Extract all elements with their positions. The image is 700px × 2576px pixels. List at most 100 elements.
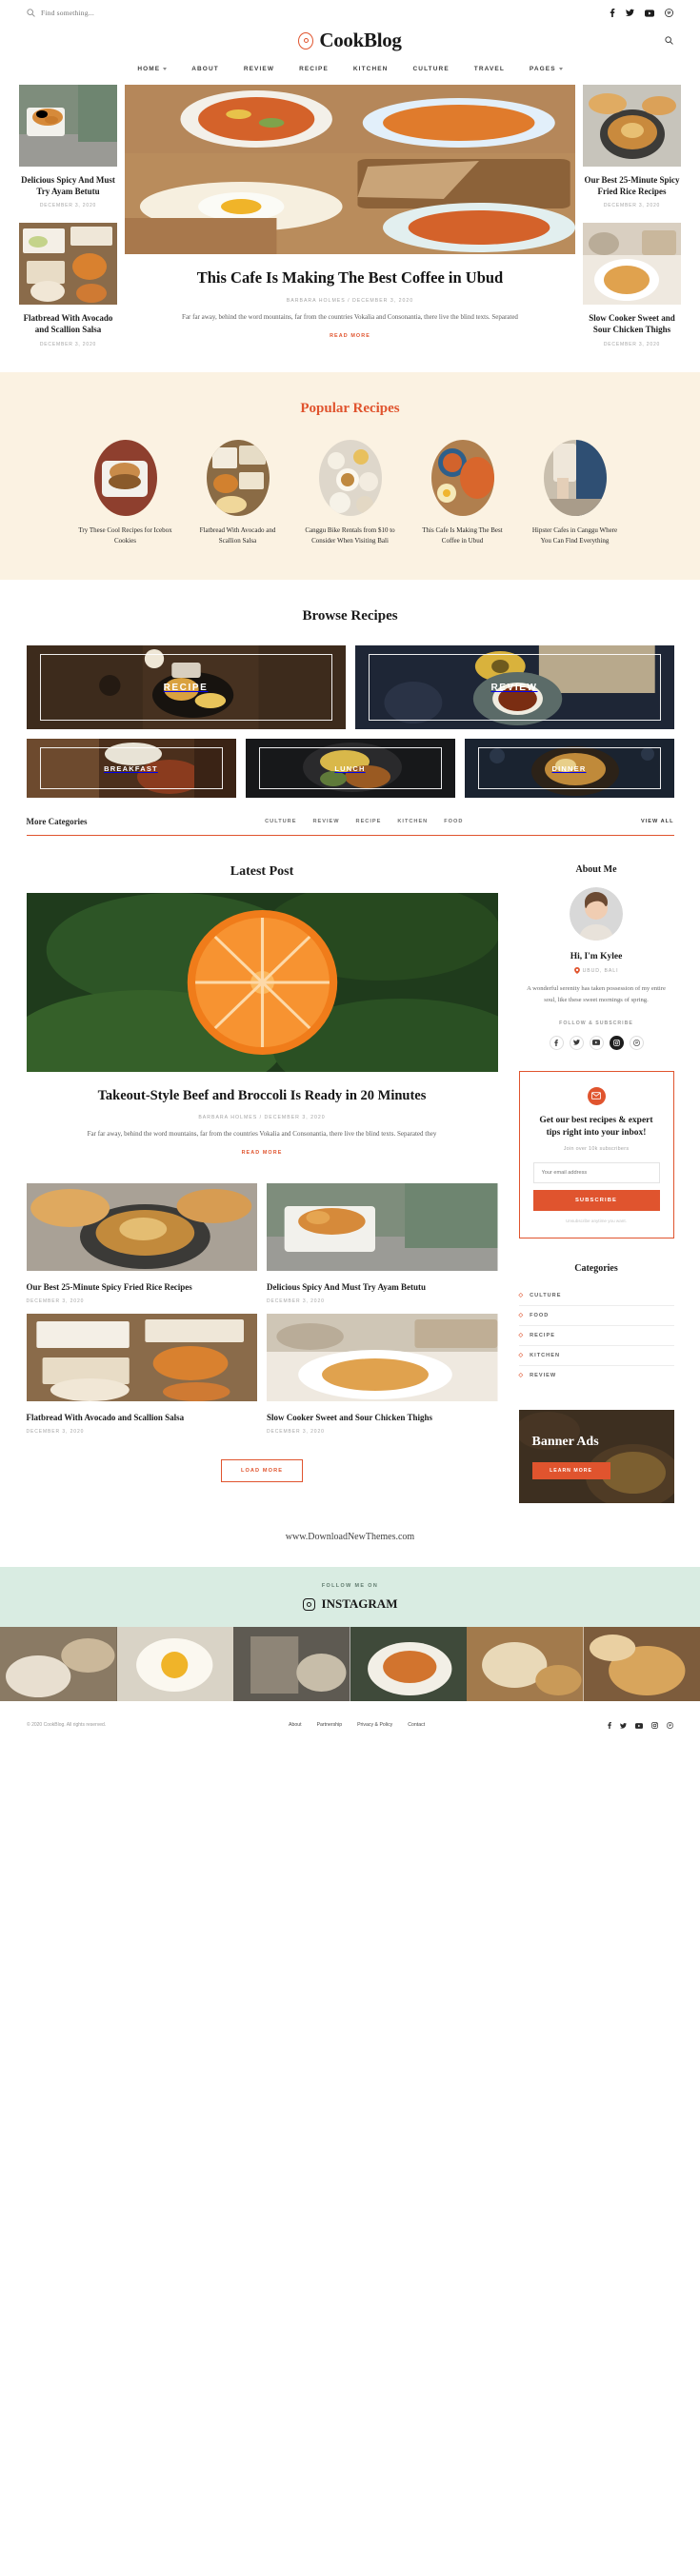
more-category-review[interactable]: REVIEW — [312, 819, 339, 824]
read-more-link[interactable]: READ MORE — [330, 333, 370, 339]
pinterest-icon[interactable] — [629, 1035, 644, 1050]
footer-link-contact[interactable]: Contact — [408, 1722, 425, 1728]
hero-feature[interactable]: This Cafe Is Making The Best Coffee in U… — [125, 85, 575, 347]
category-tile-review[interactable]: REVIEW — [354, 645, 674, 730]
newsletter-email-input[interactable] — [532, 1162, 660, 1184]
nav-item-recipe[interactable]: RECIPE — [299, 66, 329, 72]
youtube-icon[interactable] — [635, 1716, 643, 1734]
footer-link-about[interactable]: About — [289, 1722, 302, 1728]
banner-learn-more-button[interactable]: LEARN MORE — [531, 1461, 610, 1479]
hero-card[interactable]: Delicious Spicy And Must Try Ayam Betutu… — [19, 85, 117, 208]
about-location: UBUD, BALI — [519, 967, 674, 975]
popular-recipe-title: Try These Cool Recipes for Icebox Cookie… — [78, 525, 172, 545]
instagram-icon[interactable] — [651, 1716, 658, 1734]
post-card[interactable]: Our Best 25-Minute Spicy Fried Rice Reci… — [26, 1183, 257, 1304]
instagram-image — [116, 1627, 233, 1702]
newsletter-widget: Get our best recipes & expert tips right… — [518, 1070, 674, 1239]
hero-card[interactable]: Slow Cooker Sweet and Sour Chicken Thigh… — [583, 223, 681, 347]
pinterest-icon[interactable] — [667, 1716, 673, 1734]
nav-label: KITCHEN — [352, 66, 389, 72]
promo-strip: www.DownloadNewThemes.com — [0, 1503, 700, 1567]
category-tile-breakfast[interactable]: BREAKFAST — [26, 739, 236, 799]
hero-card-title: Our Best 25-Minute Spicy Fried Rice Reci… — [584, 175, 680, 196]
youtube-icon[interactable] — [589, 1035, 604, 1050]
nav-item-travel[interactable]: TRAVEL — [474, 66, 505, 72]
read-more-link[interactable]: READ MORE — [242, 1150, 283, 1156]
popular-recipe-item[interactable]: Try These Cool Recipes for Icebox Cookie… — [78, 439, 173, 546]
youtube-icon[interactable] — [645, 9, 654, 17]
load-more-wrap: LOAD MORE — [27, 1459, 498, 1483]
category-tile-recipe[interactable]: RECIPE — [26, 645, 346, 730]
twitter-icon[interactable] — [626, 9, 634, 17]
nav-item-review[interactable]: REVIEW — [244, 66, 274, 72]
category-list-item[interactable]: ◇ FOOD — [518, 1306, 674, 1327]
footer-link-partnership[interactable]: Partnership — [317, 1722, 343, 1728]
nav-item-kitchen[interactable]: KITCHEN — [353, 66, 389, 72]
instagram-image — [0, 1627, 117, 1702]
banner-title: Banner Ads — [531, 1435, 599, 1450]
search-icon — [665, 36, 673, 45]
category-list-item[interactable]: ◇ REVIEW — [519, 1366, 674, 1385]
nav-item-home[interactable]: HOME — [137, 66, 168, 72]
popular-recipe-item[interactable]: Flatbread With Avocado and Scallion Sals… — [190, 439, 286, 546]
category-tile-lunch[interactable]: LUNCH — [245, 739, 455, 799]
hero-feature-excerpt: Far far away, behind the word mountains,… — [182, 313, 518, 322]
hero-card[interactable]: Our Best 25-Minute Spicy Fried Rice Reci… — [583, 85, 681, 208]
hero-card[interactable]: Flatbread With Avocado and Scallion Sals… — [19, 223, 117, 347]
view-all-link[interactable]: VIEW ALL — [641, 819, 674, 824]
facebook-icon[interactable] — [610, 9, 615, 17]
more-category-kitchen[interactable]: KITCHEN — [397, 819, 428, 824]
pinterest-icon[interactable] — [665, 9, 673, 17]
nav-label: RECIPE — [299, 66, 329, 72]
banner-ads-widget[interactable]: Banner Ads LEARN MORE — [518, 1410, 674, 1504]
nav-item-about[interactable]: ABOUT — [191, 66, 219, 72]
top-search[interactable] — [27, 9, 155, 17]
instagram-strip — [0, 1627, 700, 1702]
more-category-culture[interactable]: CULTURE — [265, 819, 296, 824]
subscribe-button[interactable]: SUBSCRIBE — [532, 1190, 660, 1212]
latest-feature-post[interactable]: Takeout-Style Beef and Broccoli Is Ready… — [26, 893, 498, 1159]
more-category-recipe[interactable]: RECIPE — [356, 819, 382, 824]
category-list-item[interactable]: ◇ RECIPE — [518, 1326, 674, 1347]
instagram-tile[interactable] — [116, 1627, 233, 1702]
instagram-tile[interactable] — [583, 1627, 700, 1702]
category-label: REVIEW — [530, 1373, 557, 1379]
popular-recipe-item[interactable]: This Cafe Is Making The Best Coffee in U… — [415, 439, 510, 546]
instagram-tile[interactable] — [467, 1627, 584, 1702]
more-category-food[interactable]: FOOD — [444, 819, 463, 824]
instagram-follow-label: FOLLOW ME ON — [321, 1583, 379, 1590]
category-list-item[interactable]: ◇ KITCHEN — [518, 1346, 674, 1367]
target-circle-logo-icon — [298, 31, 314, 50]
about-widget-title: About Me — [575, 864, 617, 876]
site-logo[interactable]: CookBlog — [298, 29, 402, 52]
hero-left-column: Delicious Spicy And Must Try Ayam Betutu… — [19, 85, 117, 347]
twitter-icon[interactable] — [569, 1035, 584, 1050]
popular-recipe-item[interactable]: Canggu Bike Rentals from $10 to Consider… — [303, 439, 398, 546]
load-more-button[interactable]: LOAD MORE — [220, 1459, 304, 1483]
post-card[interactable]: Delicious Spicy And Must Try Ayam Betutu… — [267, 1183, 498, 1304]
instagram-icon[interactable] — [609, 1035, 624, 1050]
post-card[interactable]: Flatbread With Avocado and Scallion Sals… — [26, 1314, 257, 1435]
post-card[interactable]: Slow Cooker Sweet and Sour Chicken Thigh… — [267, 1314, 498, 1435]
facebook-icon[interactable] — [608, 1716, 611, 1734]
popular-recipe-item[interactable]: Hipster Cafes in Canggu Where You Can Fi… — [528, 439, 623, 546]
newsletter-note: Unsubscribe anytime you want. — [566, 1219, 627, 1224]
facebook-icon[interactable] — [549, 1035, 564, 1050]
nav-item-pages[interactable]: PAGES — [530, 66, 563, 72]
popular-thumbnail — [93, 439, 157, 516]
nav-item-culture[interactable]: CULTURE — [412, 66, 449, 72]
twitter-icon[interactable] — [620, 1716, 627, 1734]
more-categories-links: CULTURE REVIEW RECIPE KITCHEN FOOD — [265, 819, 463, 824]
latest-feature-excerpt: Far far away, behind the word mountains,… — [87, 1130, 437, 1139]
footer-link-privacy[interactable]: Privacy & Policy — [357, 1722, 392, 1728]
about-social-links — [519, 1035, 674, 1050]
search-input[interactable] — [41, 9, 155, 17]
instagram-tile[interactable] — [233, 1627, 350, 1702]
instagram-tile[interactable] — [0, 1627, 117, 1702]
instagram-tile[interactable] — [350, 1627, 467, 1702]
category-tile-dinner[interactable]: DINNER — [464, 739, 674, 799]
feature-image — [125, 85, 575, 254]
header-search-button[interactable] — [665, 32, 673, 50]
category-list-item[interactable]: ◇ CULTURE — [518, 1286, 674, 1307]
nav-label: ABOUT — [191, 66, 219, 72]
